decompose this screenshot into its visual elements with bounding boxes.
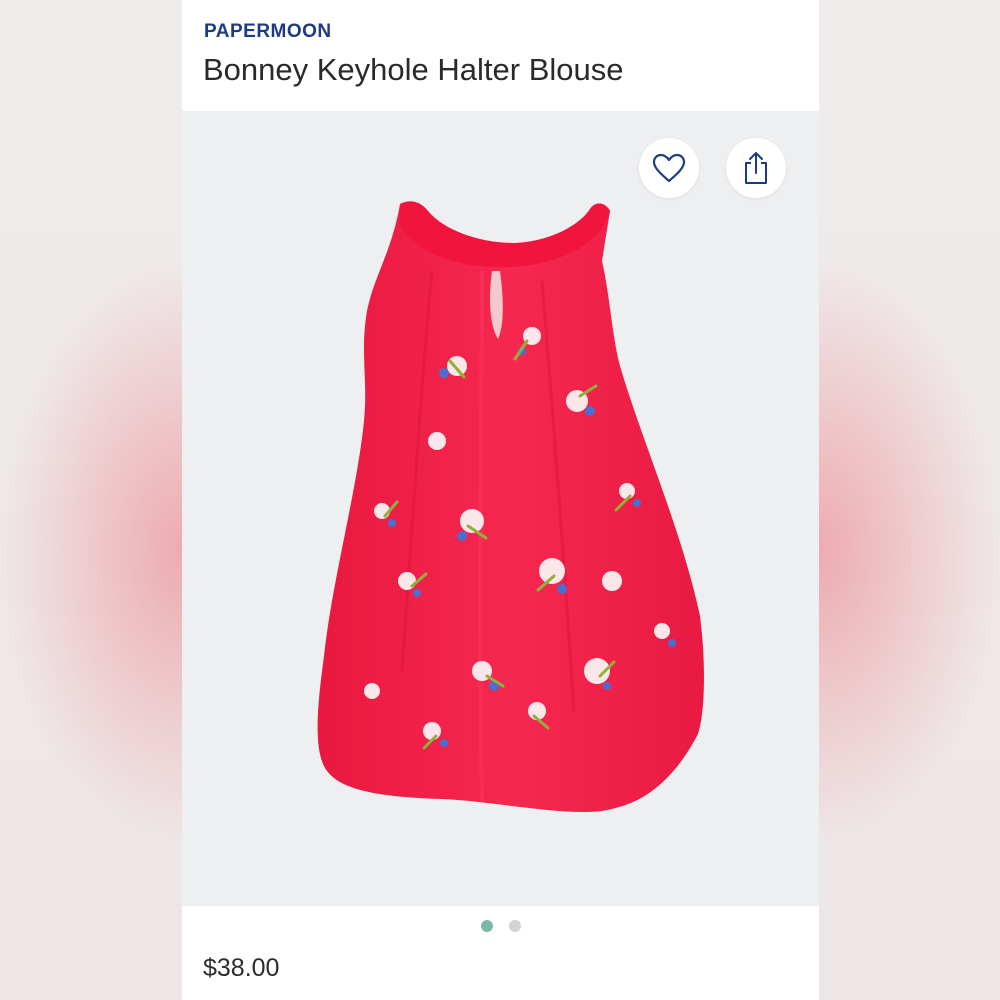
favorite-button[interactable] xyxy=(639,138,699,198)
share-upload-icon xyxy=(745,152,767,184)
carousel-dot-1[interactable] xyxy=(480,920,493,932)
brand-name[interactable]: PAPERMOON xyxy=(204,21,332,43)
product-image-gallery[interactable] xyxy=(182,111,819,906)
share-button[interactable] xyxy=(726,138,786,198)
carousel-dot-2[interactable] xyxy=(508,920,521,932)
heart-outline-icon xyxy=(652,153,686,183)
product-title: Bonney Keyhole Halter Blouse xyxy=(203,52,624,87)
carousel-indicator xyxy=(182,906,819,946)
product-price: $38.00 xyxy=(203,954,280,982)
left-blurred-backdrop xyxy=(0,0,182,1000)
right-blurred-backdrop xyxy=(818,0,1000,1000)
product-image-blouse xyxy=(317,201,704,813)
product-card: PAPERMOON Bonney Keyhole Halter Blouse $… xyxy=(182,0,819,1000)
